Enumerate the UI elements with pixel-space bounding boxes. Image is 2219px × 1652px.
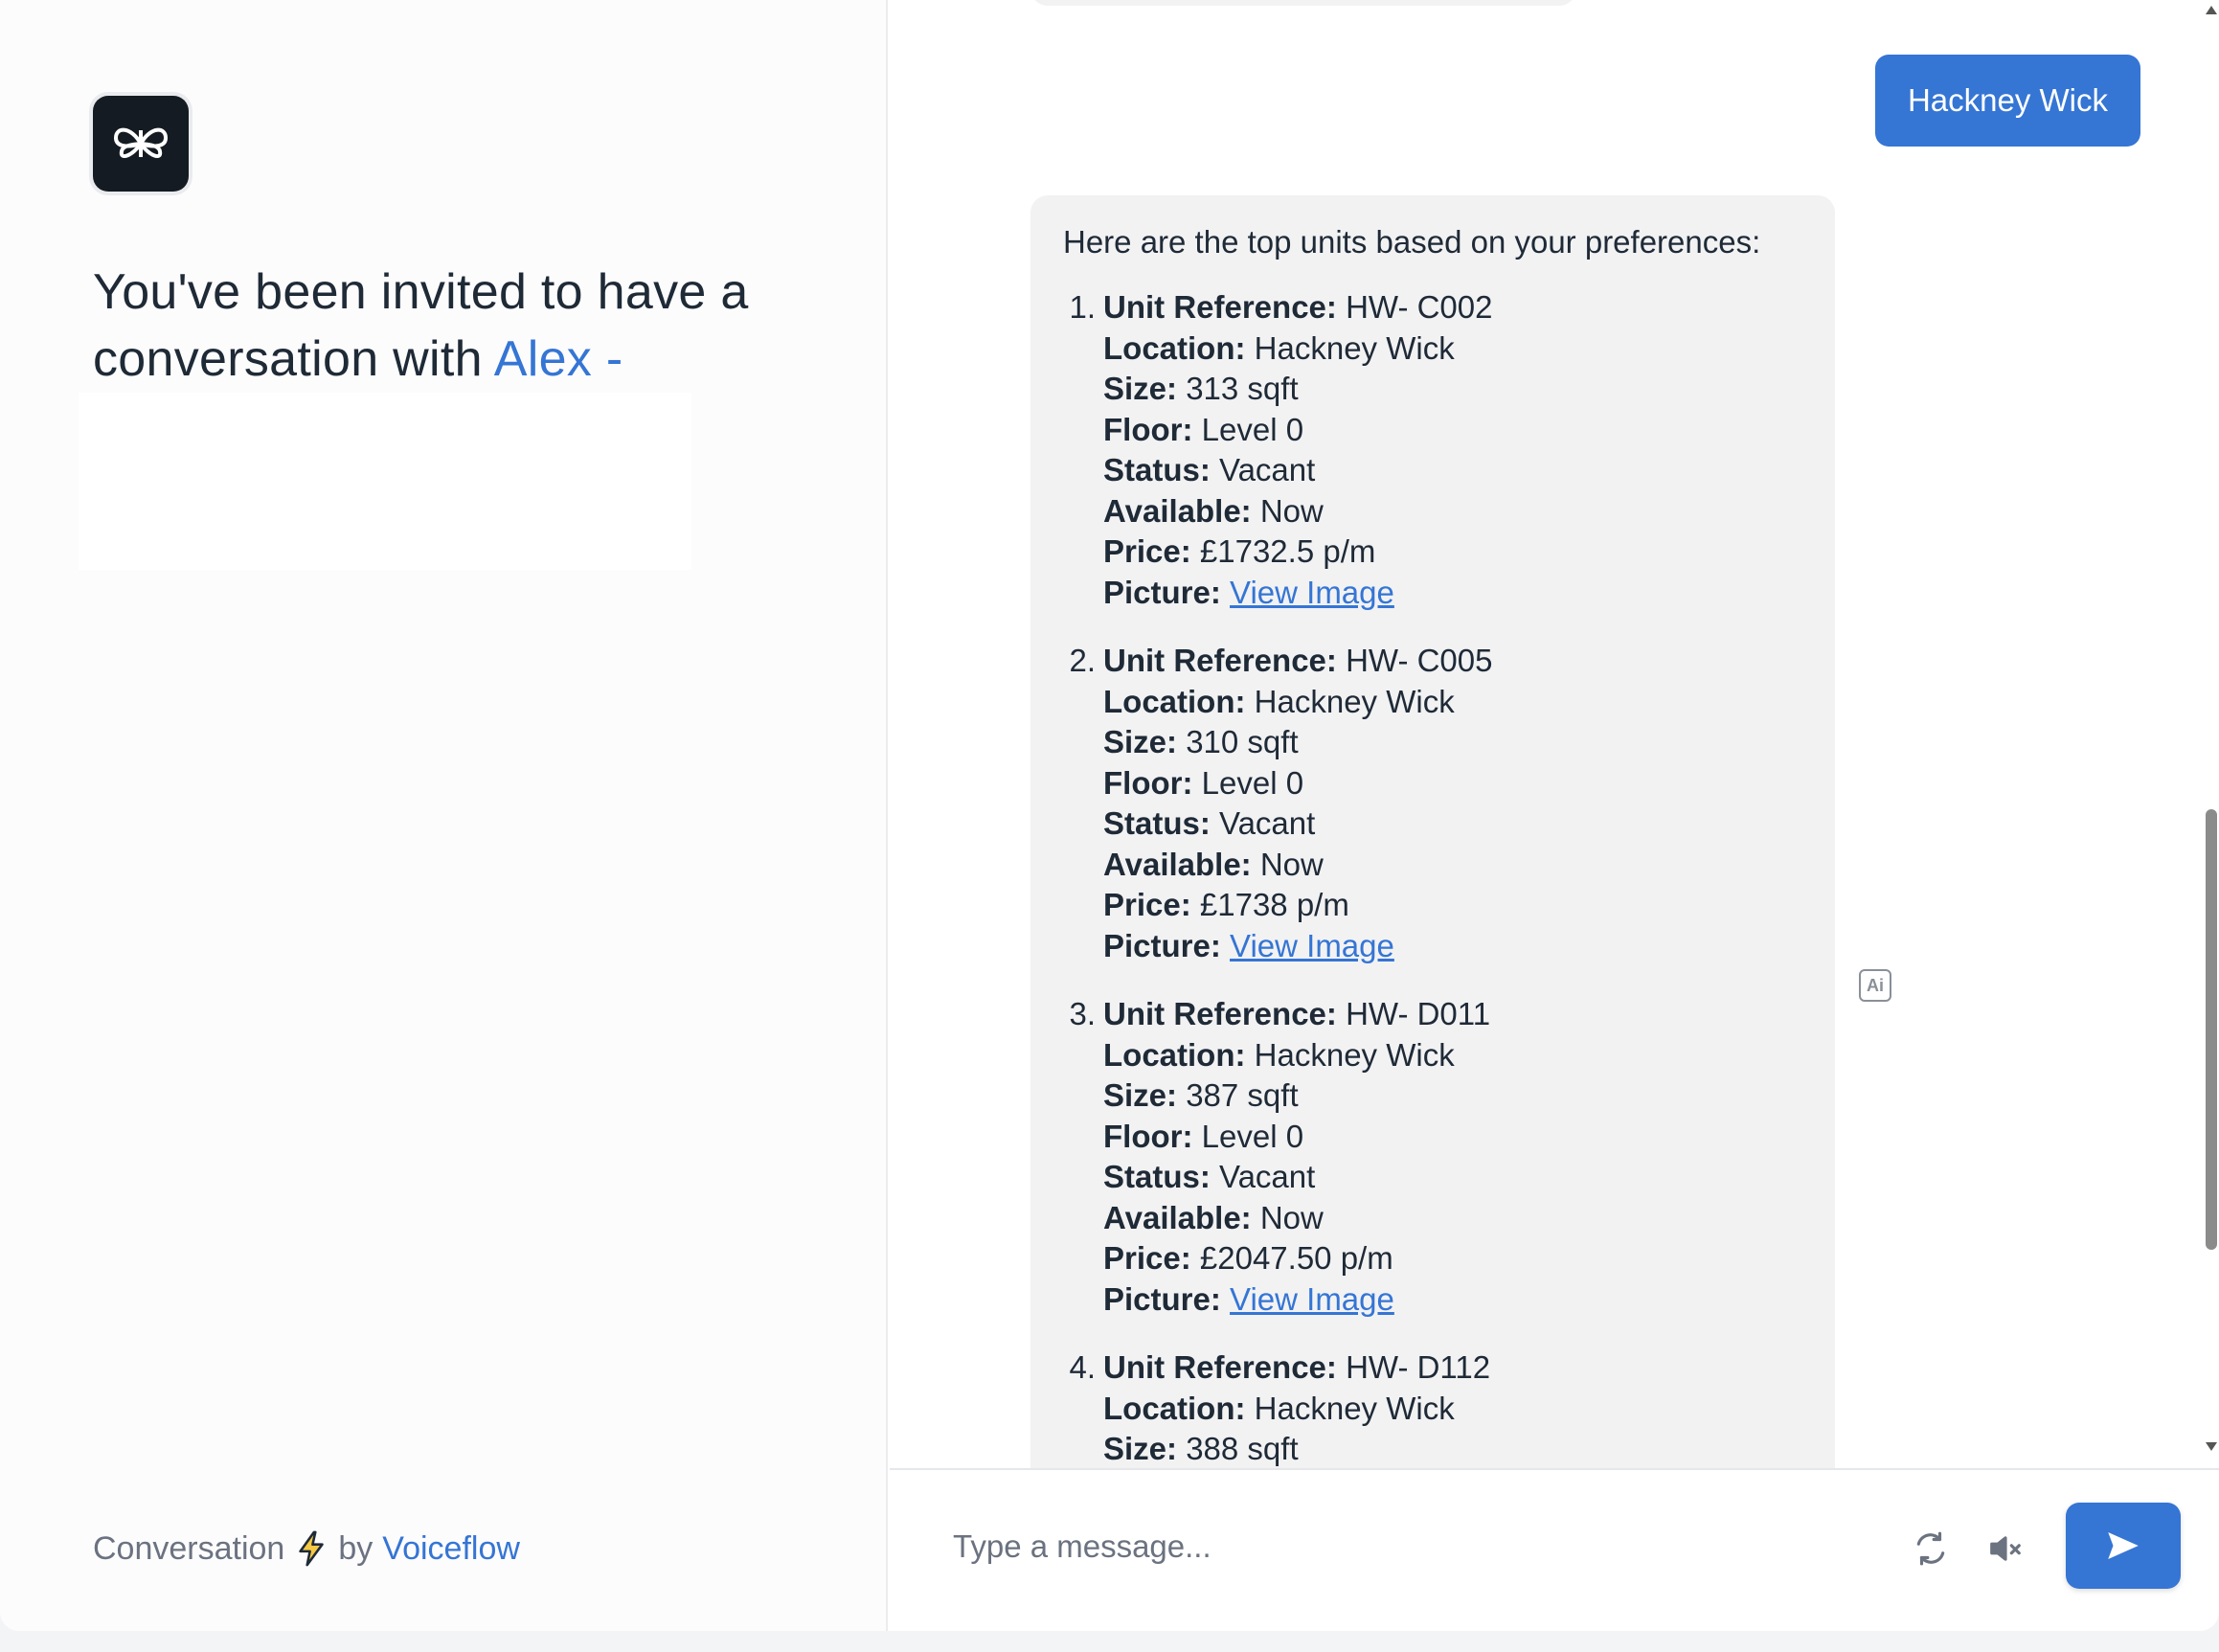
list-item: 3. Unit Reference: HW- D011 Location: Ha… bbox=[1063, 994, 1802, 1320]
view-image-link[interactable]: View Image bbox=[1230, 928, 1394, 963]
footer-attribution: Conversation by Voiceflow bbox=[93, 1529, 520, 1568]
chat-area[interactable]: Hackney Wick Here are the top units base… bbox=[890, 0, 2219, 1468]
mute-button[interactable] bbox=[1982, 1526, 2028, 1572]
size-row: Size: 387 sqft bbox=[1103, 1077, 1299, 1113]
chat-scrollbar[interactable] bbox=[2204, 0, 2219, 1468]
scrollbar-thumb[interactable] bbox=[2206, 809, 2217, 1250]
status-row: Status: Vacant bbox=[1103, 452, 1316, 487]
location-row: Location: Hackney Wick bbox=[1103, 683, 1455, 719]
price-row: Price: £2047.50 p/m bbox=[1103, 1240, 1393, 1276]
location-row: Location: Hackney Wick bbox=[1103, 1390, 1455, 1426]
message-input[interactable] bbox=[953, 1518, 1815, 1575]
size-row: Size: 313 sqft bbox=[1103, 371, 1299, 406]
footer-prefix: Conversation bbox=[93, 1529, 285, 1567]
location-row: Location: Hackney Wick bbox=[1103, 329, 1455, 366]
assistant-logo bbox=[93, 96, 189, 192]
left-panel: You've been invited to have a conversati… bbox=[0, 0, 888, 1631]
view-image-link[interactable]: View Image bbox=[1230, 1281, 1394, 1317]
list-number: 1. bbox=[1069, 289, 1096, 325]
unit-reference-row: Unit Reference: HW- D112 bbox=[1103, 1349, 1491, 1385]
ai-badge-icon: Ai bbox=[1859, 969, 1891, 1002]
assistant-name: Alex - bbox=[493, 331, 623, 387]
unit-reference-row: Unit Reference: HW- C005 bbox=[1103, 643, 1493, 678]
list-number: 4. bbox=[1069, 1349, 1096, 1385]
previous-message-bubble bbox=[1030, 0, 1576, 6]
status-row: Status: Vacant bbox=[1103, 1159, 1316, 1194]
list-number: 2. bbox=[1069, 643, 1096, 678]
list-item: 1. Unit Reference: HW- C002 Location: Ha… bbox=[1063, 287, 1802, 613]
description-placeholder bbox=[79, 393, 691, 570]
app-frame: You've been invited to have a conversati… bbox=[0, 0, 2219, 1631]
list-item: 4. Unit Reference: HW- D112 Location: Ha… bbox=[1063, 1347, 1802, 1468]
picture-row: Picture: View Image bbox=[1103, 927, 1394, 963]
floor-row: Floor: Level 0 bbox=[1103, 1118, 1304, 1154]
lightning-icon bbox=[299, 1530, 325, 1567]
volume-mute-icon bbox=[1990, 1536, 2021, 1561]
scroll-up-arrow-icon[interactable] bbox=[2206, 6, 2217, 14]
scroll-down-arrow-icon[interactable] bbox=[2206, 1442, 2217, 1451]
picture-row: Picture: View Image bbox=[1103, 1280, 1394, 1317]
price-row: Price: £1732.5 p/m bbox=[1103, 533, 1376, 569]
invite-heading: You've been invited to have a conversati… bbox=[93, 259, 821, 393]
price-row: Price: £1738 p/m bbox=[1103, 887, 1349, 922]
status-row: Status: Vacant bbox=[1103, 805, 1316, 841]
unit-reference-row: Unit Reference: HW- D011 bbox=[1103, 996, 1491, 1031]
message-composer bbox=[890, 1468, 2219, 1631]
location-row: Location: Hackney Wick bbox=[1103, 1036, 1455, 1073]
bot-intro-text: Here are the top units based on your pre… bbox=[1063, 224, 1761, 260]
floor-row: Floor: Level 0 bbox=[1103, 764, 1304, 801]
available-row: Available: Now bbox=[1103, 846, 1324, 882]
list-number: 3. bbox=[1069, 996, 1096, 1031]
size-row: Size: 388 sqft bbox=[1103, 1431, 1299, 1466]
floor-row: Floor: Level 0 bbox=[1103, 411, 1304, 447]
voiceflow-link[interactable]: Voiceflow bbox=[382, 1530, 520, 1568]
available-row: Available: Now bbox=[1103, 492, 1324, 529]
picture-row: Picture: View Image bbox=[1103, 574, 1394, 610]
bot-message-bubble: Here are the top units based on your pre… bbox=[1030, 195, 1835, 1468]
list-item: 2. Unit Reference: HW- C005 Location: Ha… bbox=[1063, 641, 1802, 966]
send-button[interactable] bbox=[2066, 1503, 2181, 1589]
size-row: Size: 310 sqft bbox=[1103, 724, 1299, 759]
restart-button[interactable] bbox=[1908, 1526, 1954, 1572]
butterfly-icon bbox=[114, 127, 168, 158]
footer-by: by bbox=[338, 1529, 374, 1567]
user-message-bubble: Hackney Wick bbox=[1874, 55, 2140, 147]
view-image-link[interactable]: View Image bbox=[1230, 575, 1394, 610]
refresh-icon bbox=[1916, 1531, 1945, 1566]
available-row: Available: Now bbox=[1103, 1199, 1324, 1235]
unit-reference-row: Unit Reference: HW- C002 bbox=[1103, 289, 1493, 325]
invite-text: You've been invited to have a conversati… bbox=[93, 264, 749, 387]
send-icon bbox=[2108, 1532, 2139, 1559]
